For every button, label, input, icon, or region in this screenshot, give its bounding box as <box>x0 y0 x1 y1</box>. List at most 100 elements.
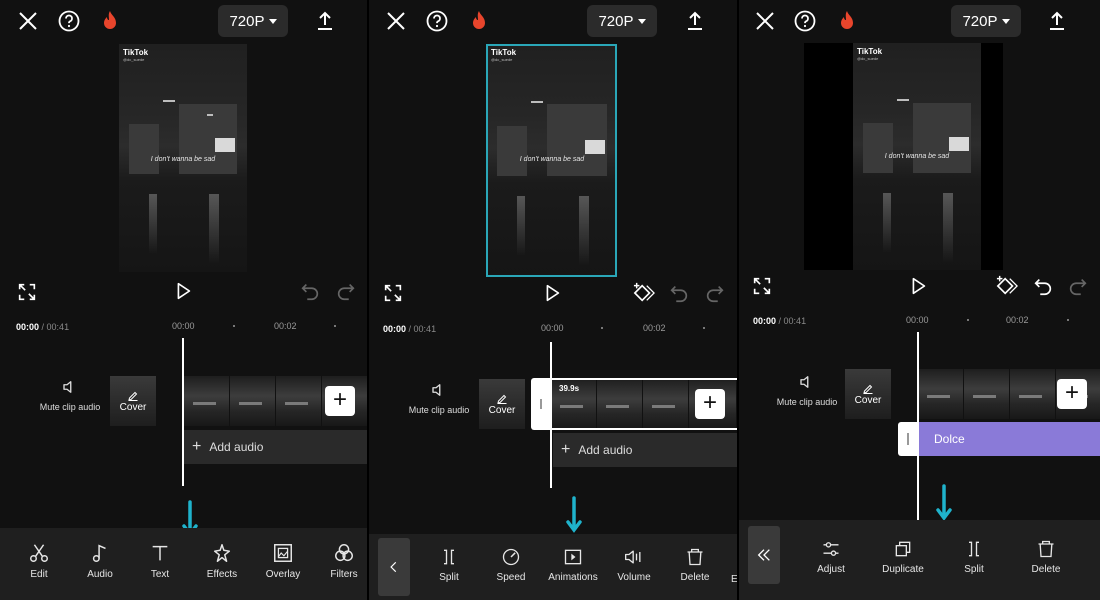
close-icon[interactable] <box>753 9 777 33</box>
editor-panel-3: 720P TikTok @dc_suede I don't wanna be s… <box>739 0 1100 600</box>
tool-filters[interactable]: Filters <box>315 542 367 580</box>
tool-animations[interactable]: Animations <box>543 547 603 583</box>
cover-button[interactable]: Cover <box>479 379 525 429</box>
tool-effects[interactable]: Effects <box>193 542 251 580</box>
resolution-button[interactable]: 720P <box>951 5 1021 37</box>
tool-speed-label: Speed <box>496 572 526 583</box>
undo-icon[interactable] <box>668 282 690 304</box>
music-note-icon <box>92 544 106 562</box>
current-time: 00:00 <box>753 316 777 326</box>
add-clip-button[interactable]: + <box>1057 379 1087 409</box>
tool-split[interactable]: Split <box>945 539 1003 575</box>
close-icon[interactable] <box>16 9 40 33</box>
current-time: 00:00 <box>383 324 407 334</box>
resolution-button[interactable]: 720P <box>587 5 657 37</box>
preview-selection-border <box>486 44 617 277</box>
playhead[interactable] <box>182 338 184 486</box>
trash-icon <box>687 548 703 566</box>
mute-clip-audio-button[interactable]: Mute clip audio <box>407 381 471 415</box>
cover-button[interactable]: Cover <box>845 369 891 419</box>
add-clip-button[interactable]: + <box>695 389 725 419</box>
scissors-icon <box>30 544 48 562</box>
ruler-mark: 00:02 <box>274 321 297 331</box>
tool-adjust[interactable]: Adjust <box>802 539 860 575</box>
play-icon[interactable] <box>172 280 194 302</box>
clip-trim-handle-left[interactable] <box>531 378 551 430</box>
resolution-label: 720P <box>229 12 265 30</box>
add-audio-button[interactable]: + Add audio <box>184 430 367 464</box>
add-audio-button[interactable]: + Add audio <box>553 433 737 467</box>
ruler-mark: 00:00 <box>541 323 564 333</box>
undo-icon[interactable] <box>1032 275 1054 297</box>
close-icon[interactable] <box>384 9 408 33</box>
tool-delete[interactable]: Delete <box>1017 539 1075 575</box>
animation-play-icon <box>564 549 582 565</box>
tool-audio[interactable]: Audio <box>71 542 129 580</box>
upload-icon[interactable] <box>1045 9 1069 33</box>
bottom-toolbar: Edit Audio Text Effects Overlay Filters <box>0 528 367 600</box>
fullscreen-icon[interactable] <box>16 281 38 303</box>
tool-volume[interactable]: Volume <box>605 547 663 583</box>
mute-clip-audio-button[interactable]: Mute clip audio <box>775 373 839 407</box>
tool-delete-label: Delete <box>680 572 710 583</box>
tool-text[interactable]: Text <box>131 542 189 580</box>
filters-icon <box>335 544 353 562</box>
tool-split[interactable]: Split <box>420 547 478 583</box>
tool-overlay[interactable]: Overlay <box>254 542 312 580</box>
flame-icon[interactable] <box>467 9 491 33</box>
mute-clip-audio-label: Mute clip audio <box>408 405 470 415</box>
pencil-icon <box>128 391 138 401</box>
tool-audio-label: Audio <box>87 569 113 580</box>
playhead[interactable] <box>550 342 552 488</box>
play-icon[interactable] <box>541 282 563 304</box>
audio-track-selected[interactable]: Dolce <box>918 422 1100 456</box>
cover-button[interactable]: Cover <box>110 376 156 426</box>
help-icon[interactable] <box>425 9 449 33</box>
fullscreen-icon[interactable] <box>382 282 404 304</box>
upload-icon[interactable] <box>313 9 337 33</box>
volume-icon <box>625 550 641 564</box>
redo-icon[interactable] <box>704 282 726 304</box>
keyframe-icon[interactable] <box>633 282 655 304</box>
speaker-icon <box>800 376 809 388</box>
redo-icon[interactable] <box>335 280 357 302</box>
keyframe-icon[interactable] <box>996 275 1018 297</box>
video-preview[interactable]: TikTok @dc_suede I don't wanna be sad <box>853 43 981 270</box>
tool-animations-label: Animations <box>548 572 598 583</box>
collapse-button[interactable] <box>748 526 780 584</box>
ruler-dot <box>334 325 336 327</box>
mute-clip-audio-button[interactable]: Mute clip audio <box>38 378 102 412</box>
tool-duplicate[interactable]: Duplicate <box>873 539 933 575</box>
ruler-mark: 00:02 <box>1006 315 1029 325</box>
ruler-mark: 00:02 <box>643 323 666 333</box>
tool-delete[interactable]: Delete <box>666 547 724 583</box>
top-bar: 720P <box>0 0 367 42</box>
back-button[interactable] <box>378 538 410 596</box>
plus-icon: + <box>561 441 571 458</box>
audio-trim-handle-left[interactable] <box>898 422 918 456</box>
add-audio-label: Add audio <box>209 440 264 454</box>
upload-icon[interactable] <box>683 9 707 33</box>
undo-icon[interactable] <box>299 280 321 302</box>
mute-clip-audio-label: Mute clip audio <box>39 402 101 412</box>
text-icon <box>152 545 168 561</box>
help-icon[interactable] <box>57 9 81 33</box>
video-preview[interactable]: TikTok @dc_suede I don't wanna be sad <box>119 44 247 272</box>
help-icon[interactable] <box>793 9 817 33</box>
flame-icon[interactable] <box>98 9 122 33</box>
chevron-down-icon <box>268 18 277 24</box>
tool-split-label: Split <box>964 564 984 575</box>
flame-icon[interactable] <box>835 9 859 33</box>
redo-icon[interactable] <box>1067 275 1089 297</box>
tool-edit[interactable]: Edit <box>10 542 68 580</box>
play-icon[interactable] <box>907 275 929 297</box>
audio-track-label: Dolce <box>934 432 965 446</box>
playhead[interactable] <box>917 332 919 520</box>
tool-speed[interactable]: Speed <box>482 547 540 583</box>
plus-icon: + <box>192 438 202 455</box>
ruler-dot <box>1067 319 1069 321</box>
resolution-button[interactable]: 720P <box>218 5 288 37</box>
add-clip-button[interactable]: + <box>325 386 355 416</box>
current-time: 00:00 <box>16 322 40 332</box>
fullscreen-icon[interactable] <box>751 275 773 297</box>
